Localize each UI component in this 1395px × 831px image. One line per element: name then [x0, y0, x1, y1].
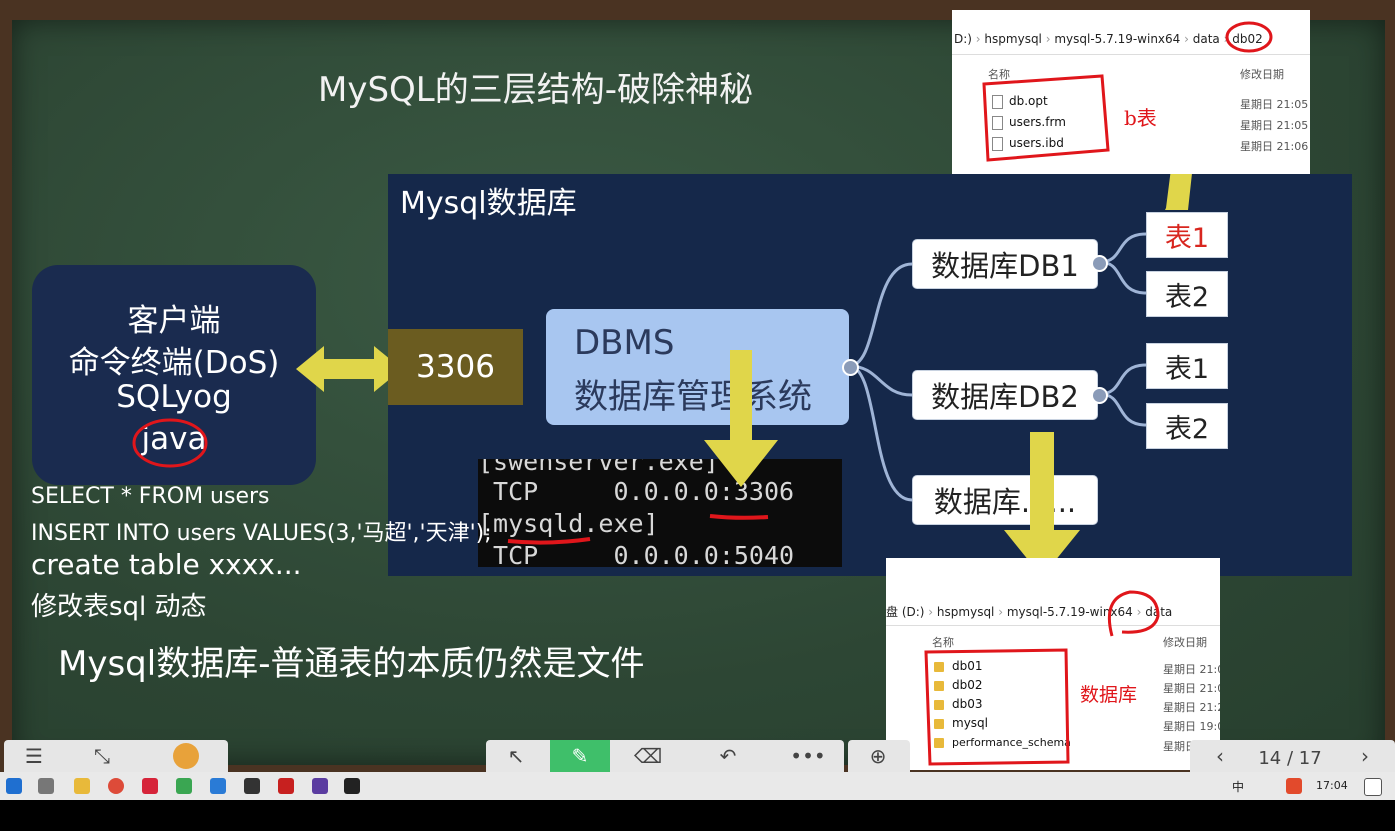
menu-icon[interactable]: ☰	[4, 740, 64, 772]
drawing-toolbar: ↖ ✎ ⌫ ↶ •••	[486, 740, 844, 772]
pen-icon[interactable]: ✎	[550, 740, 610, 772]
sql-line-insert: INSERT INTO users VALUES(3,'马超','天津');	[31, 521, 492, 546]
pointer-icon[interactable]: ↖	[486, 740, 546, 772]
app-icon[interactable]	[312, 778, 328, 794]
task-view-icon[interactable]	[38, 778, 54, 794]
sql-line-select: SELECT * FROM users	[31, 484, 270, 509]
windows-icon[interactable]	[6, 778, 22, 794]
footer-text: Mysql数据库-普通表的本质仍然是文件	[58, 644, 645, 684]
left-toolbar: ☰ ⤡	[4, 740, 228, 772]
tray-app-icon[interactable]	[1286, 778, 1302, 794]
collapse-toolbar-icon[interactable]: ⤡	[72, 740, 132, 772]
next-icon[interactable]: ›	[1335, 740, 1395, 772]
windows-taskbar: 中 17:04	[0, 772, 1395, 800]
touch-toolbar: ⊕	[848, 740, 910, 772]
explorer-data: 盘 (D:) › hspmysql › mysql-5.7.19-winx64 …	[886, 558, 1220, 770]
file-explorer-icon[interactable]	[74, 778, 90, 794]
ime-indicator[interactable]: 中	[1232, 778, 1244, 795]
app-icon[interactable]	[210, 778, 226, 794]
wps-icon[interactable]	[278, 778, 294, 794]
eraser-icon[interactable]: ⌫	[618, 740, 678, 772]
clock[interactable]: 17:04	[1316, 779, 1348, 792]
xmind-icon[interactable]	[142, 778, 158, 794]
undo-icon[interactable]: ↶	[698, 740, 758, 772]
explorer-db02: D:) › hspmysql › mysql-5.7.19-winx64 › d…	[952, 10, 1310, 174]
sql-line-create: create table xxxx...	[31, 548, 302, 581]
more-icon[interactable]: •••	[778, 740, 838, 772]
app-icon[interactable]	[244, 778, 260, 794]
prev-icon[interactable]: ‹	[1190, 740, 1250, 772]
page-toolbar: ‹ 14 / 17 ›	[1190, 740, 1395, 772]
notification-icon[interactable]	[1364, 778, 1382, 796]
touch-icon[interactable]: ⊕	[848, 740, 908, 772]
page-indicator: 14 / 17	[1258, 748, 1322, 769]
avatar-icon[interactable]	[156, 740, 216, 772]
red-circle-marks	[982, 21, 1273, 162]
red-circle-marks	[924, 590, 1160, 766]
app-icon[interactable]	[176, 778, 192, 794]
chrome-icon[interactable]	[108, 778, 124, 794]
terminal-icon[interactable]	[344, 778, 360, 794]
sql-line-alter: 修改表sql 动态	[31, 592, 207, 622]
letterbox	[0, 800, 1395, 831]
